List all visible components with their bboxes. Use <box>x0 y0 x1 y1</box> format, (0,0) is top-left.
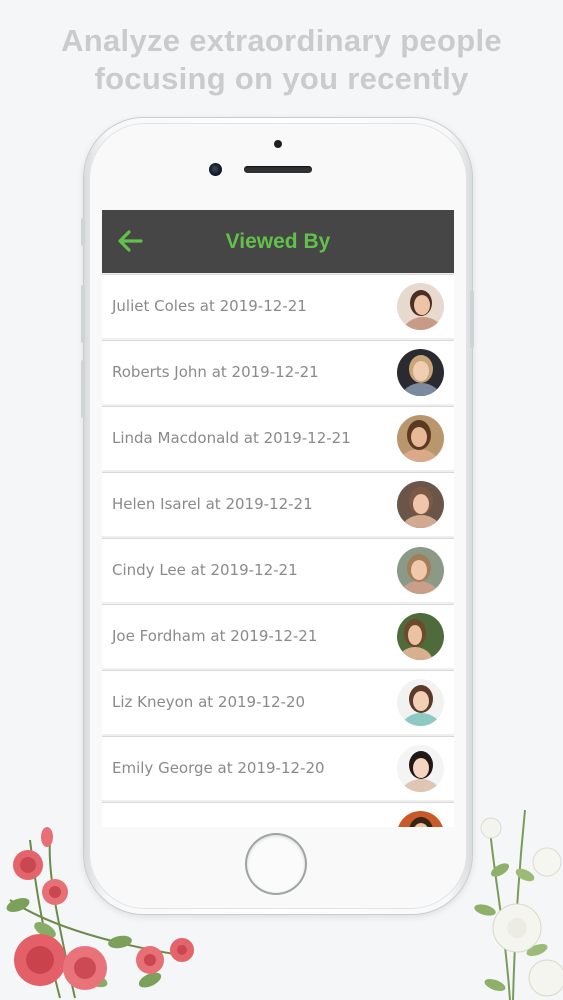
avatar-photo-icon <box>397 415 444 462</box>
viewer-label: Helen Isarel at 2019-12-21 <box>112 495 313 513</box>
viewer-label: Emily George at 2019-12-20 <box>112 759 325 777</box>
viewer-row[interactable]: Cindy Lee at 2019-12-21 <box>102 538 454 602</box>
mute-switch <box>81 218 85 246</box>
viewer-label: Juliet Coles at 2019-12-21 <box>112 297 307 315</box>
volume-down-button <box>81 360 85 418</box>
avatar-photo-icon <box>397 679 444 726</box>
viewer-label: Cindy Lee at 2019-12-21 <box>112 561 298 579</box>
avatar-photo-icon <box>397 481 444 528</box>
promo-headline: Analyze extraordinary people focusing on… <box>0 22 563 98</box>
white-rose-decoration-right <box>474 809 563 1000</box>
proximity-sensor <box>274 140 282 148</box>
avatar-photo-icon <box>397 811 444 827</box>
avatar-photo-icon <box>397 349 444 396</box>
app-bar: Viewed By <box>102 210 454 273</box>
viewer-row[interactable]: Linda Macdonald at 2019-12-21 <box>102 406 454 470</box>
viewer-label: Liz Kneyon at 2019-12-20 <box>112 693 306 711</box>
page-title: Viewed By <box>225 230 331 253</box>
viewer-row[interactable]: Juliet Coles at 2019-12-21 <box>102 274 454 338</box>
earpiece-speaker <box>244 166 312 173</box>
avatar-photo-icon <box>397 745 444 792</box>
viewer-row[interactable]: Roberts John at 2019-12-21 <box>102 340 454 404</box>
front-camera-icon <box>209 163 222 176</box>
avatar-photo-icon <box>397 613 444 660</box>
viewer-list: Juliet Coles at 2019-12-21 Roberts John … <box>102 274 454 827</box>
viewer-row[interactable]: Helen Isarel at 2019-12-21 <box>102 472 454 536</box>
volume-up-button <box>81 285 85 343</box>
viewer-row[interactable]: Liz Kneyon at 2019-12-20 <box>102 670 454 734</box>
promo-headline-line1: Analyze extraordinary people <box>61 23 502 58</box>
home-button <box>247 835 305 893</box>
promo-headline-line2: focusing on you recently <box>94 61 469 96</box>
app-screen: Viewed By Juliet Coles at 2019-12-21 Rob… <box>102 210 454 827</box>
avatar-photo-icon <box>397 547 444 594</box>
avatar-photo-icon <box>397 283 444 330</box>
rose-decoration-left <box>6 827 194 999</box>
viewer-label: Roberts John at 2019-12-21 <box>112 363 319 381</box>
viewer-row[interactable]: Joe Fordham at 2019-12-21 <box>102 604 454 668</box>
viewer-label: Linda Macdonald at 2019-12-21 <box>112 429 351 447</box>
power-button <box>470 290 474 348</box>
viewer-row[interactable]: Emily George at 2019-12-20 <box>102 736 454 800</box>
viewer-label: Joe Fordham at 2019-12-21 <box>112 627 318 645</box>
